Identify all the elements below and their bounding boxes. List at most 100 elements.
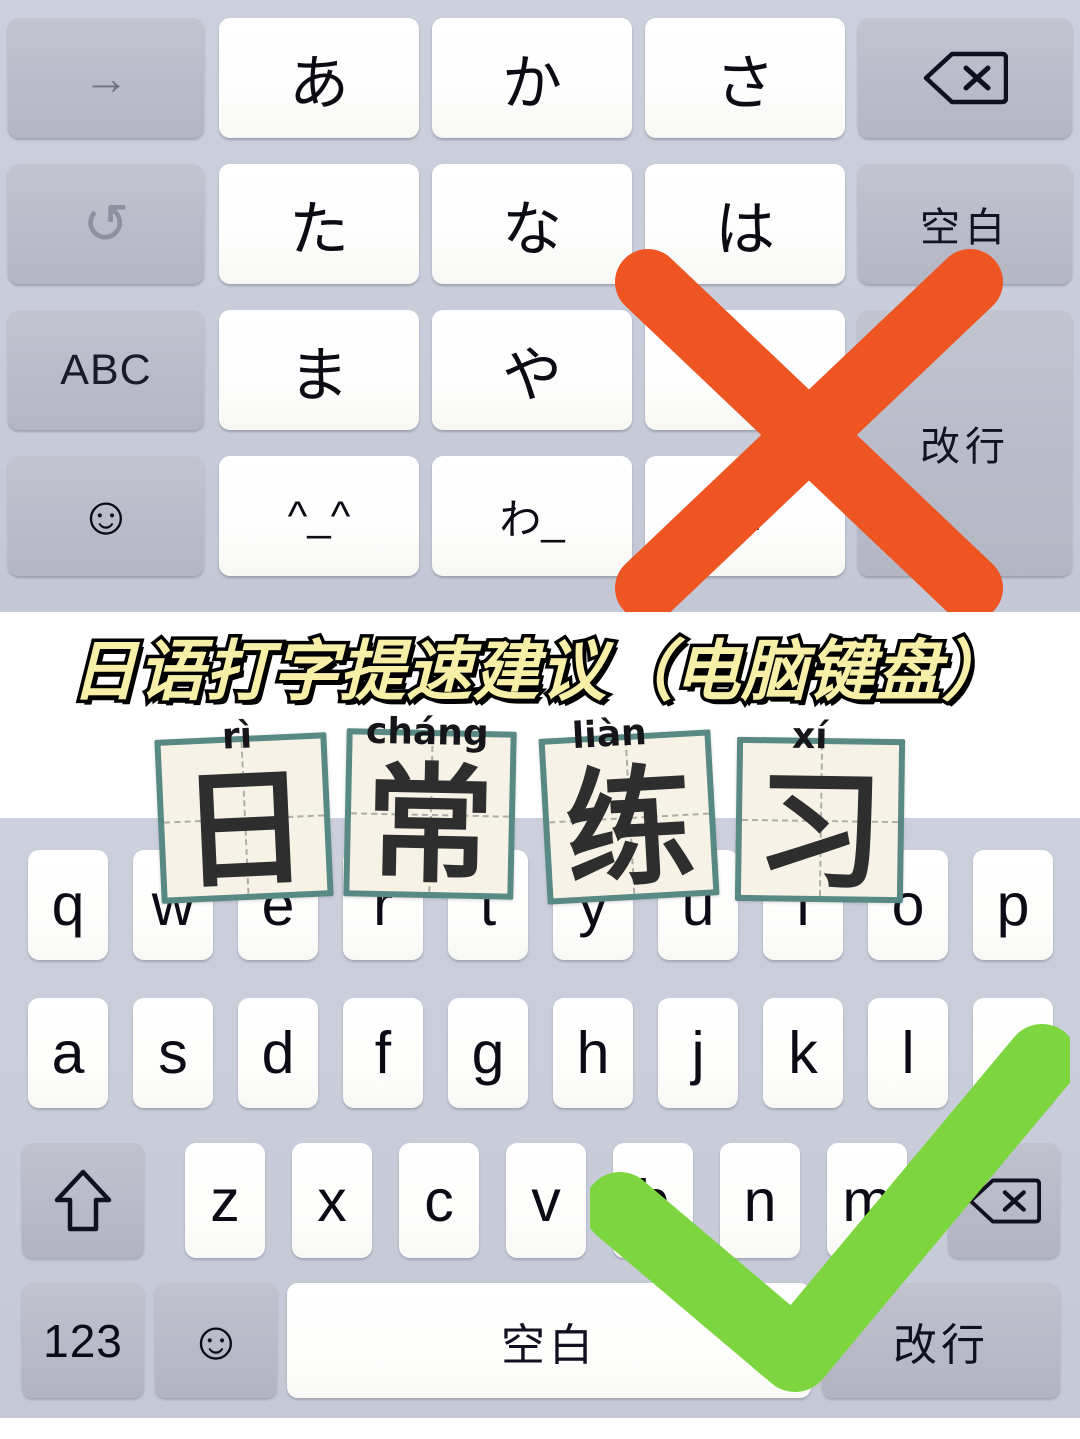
return-label: 改行 <box>893 1320 989 1370</box>
page-title: 日语打字提速建议（电脑键盘） <box>68 630 1012 714</box>
key-s[interactable]: s <box>133 998 213 1108</box>
key-label: j <box>691 1020 705 1086</box>
key-shift[interactable] <box>22 1143 144 1258</box>
kana-label: わ_ <box>499 495 565 543</box>
undo-icon: ↺ <box>82 192 130 255</box>
kana-label: な <box>502 195 562 263</box>
key-x[interactable]: x <box>292 1143 372 1258</box>
kana-label: さ <box>715 49 775 117</box>
key-emoji[interactable]: ☺ <box>155 1283 277 1398</box>
key-label: b <box>636 1167 670 1234</box>
key-h[interactable]: h <box>553 998 633 1108</box>
key-label: a <box>51 1020 85 1086</box>
key-label: z <box>210 1167 240 1234</box>
key-label: d <box>261 1020 295 1086</box>
backspace-icon <box>968 1178 1041 1223</box>
shift-arrow-icon <box>54 1169 112 1231</box>
abc-label: ABC <box>60 345 152 394</box>
kana-key-kaomoji[interactable]: ^_^ <box>219 456 419 576</box>
kana-key-sa[interactable]: さ <box>645 18 845 138</box>
key-label: q <box>51 872 85 938</box>
key-label: s <box>158 1020 188 1086</box>
punctuation-label: ?! <box>727 492 763 539</box>
key-backspace[interactable] <box>948 1143 1060 1258</box>
space-label: 空白 <box>501 1320 597 1370</box>
kana-key-return[interactable]: 改行 <box>858 310 1072 576</box>
smiley-icon: ☺ <box>188 1310 244 1371</box>
key-label: g <box>471 1020 505 1086</box>
key-underscore[interactable]: _ <box>973 998 1053 1108</box>
kana-key-ta[interactable]: た <box>219 164 419 284</box>
kana-key-ra[interactable] <box>645 310 845 430</box>
key-j[interactable]: j <box>658 998 738 1108</box>
kana-key-a[interactable]: あ <box>219 18 419 138</box>
key-label: _ <box>996 1020 1030 1086</box>
kana-key-emoji[interactable]: ☺ <box>8 456 204 576</box>
kana-key-undo[interactable]: ↺ <box>8 164 204 284</box>
key-f[interactable]: f <box>343 998 423 1108</box>
title-band: 日语打字提速建议（电脑键盘） <box>0 612 1080 720</box>
card-pinyin: xí <box>791 715 828 758</box>
key-a[interactable]: a <box>28 998 108 1108</box>
space-label: 空白 <box>920 206 1010 250</box>
qwerty-keyboard: q w e r t y u i o p a s d f g h j k l _ … <box>0 818 1080 1418</box>
key-label: f <box>374 1020 392 1086</box>
kana-label: あ <box>289 49 349 117</box>
numbers-label: 123 <box>43 1314 123 1367</box>
kana-key-ha[interactable]: は <box>645 164 845 284</box>
key-k[interactable]: k <box>763 998 843 1108</box>
kana-key-ka[interactable]: か <box>432 18 632 138</box>
kana-label: は <box>715 195 775 263</box>
key-return[interactable]: 改行 <box>822 1283 1060 1398</box>
card-character: 习 <box>754 756 885 908</box>
key-label: x <box>317 1167 347 1234</box>
card-character: 常 <box>364 750 496 902</box>
key-v[interactable]: v <box>506 1143 586 1258</box>
key-l[interactable]: l <box>868 998 948 1108</box>
key-numbers[interactable]: 123 <box>22 1283 144 1398</box>
card-character: 练 <box>561 751 698 907</box>
kana-key-backspace[interactable] <box>858 18 1072 138</box>
key-m[interactable]: m <box>827 1143 907 1258</box>
kana-key-space[interactable]: 空白 <box>858 164 1072 284</box>
backspace-icon <box>923 51 1008 105</box>
key-label: l <box>901 1020 915 1086</box>
card-pinyin: liàn <box>570 711 648 758</box>
kana-key-ya[interactable]: や <box>432 310 632 430</box>
smiley-icon: ☺ <box>78 486 134 546</box>
kana-label: ま <box>289 341 349 409</box>
kana-key-na[interactable]: な <box>432 164 632 284</box>
key-z[interactable]: z <box>185 1143 265 1258</box>
kana-key-ma[interactable]: ま <box>219 310 419 430</box>
key-label: n <box>743 1167 777 1234</box>
kaomoji-label: ^_^ <box>287 492 351 539</box>
key-label: k <box>788 1020 818 1086</box>
kana-key-wa[interactable]: わ_ <box>432 456 632 576</box>
key-label: c <box>424 1167 454 1234</box>
kana-key-punctuation[interactable]: ?! <box>645 456 845 576</box>
key-q[interactable]: q <box>28 850 108 960</box>
key-n[interactable]: n <box>720 1143 800 1258</box>
kana-label: か <box>502 49 562 117</box>
key-g[interactable]: g <box>448 998 528 1108</box>
return-label: 改行 <box>920 425 1010 469</box>
kana-key-cursor-right[interactable]: → <box>8 18 204 138</box>
key-c[interactable]: c <box>399 1143 479 1258</box>
kana-key-abc-switch[interactable]: ABC <box>8 310 204 430</box>
key-d[interactable]: d <box>238 998 318 1108</box>
key-label: p <box>996 872 1030 938</box>
key-space[interactable]: 空白 <box>287 1283 811 1398</box>
japanese-kana-keyboard: → ↺ ABC ☺ あ た ま ^_^ か な や わ_ さ は ?! 空白 改… <box>0 0 1080 621</box>
arrow-right-icon: → <box>83 52 129 104</box>
key-label: h <box>576 1020 610 1086</box>
kana-label: た <box>289 195 349 263</box>
key-b[interactable]: b <box>613 1143 693 1258</box>
card-pinyin: rì <box>221 715 254 758</box>
key-p[interactable]: p <box>973 850 1053 960</box>
kana-label: や <box>502 341 562 409</box>
card-character: 日 <box>177 752 312 908</box>
key-label: v <box>531 1167 561 1234</box>
card-pinyin: cháng <box>365 710 490 755</box>
key-label: m <box>842 1167 892 1234</box>
page-root: → ↺ ABC ☺ あ た ま ^_^ か な や わ_ さ は ?! 空白 改… <box>0 0 1080 1439</box>
